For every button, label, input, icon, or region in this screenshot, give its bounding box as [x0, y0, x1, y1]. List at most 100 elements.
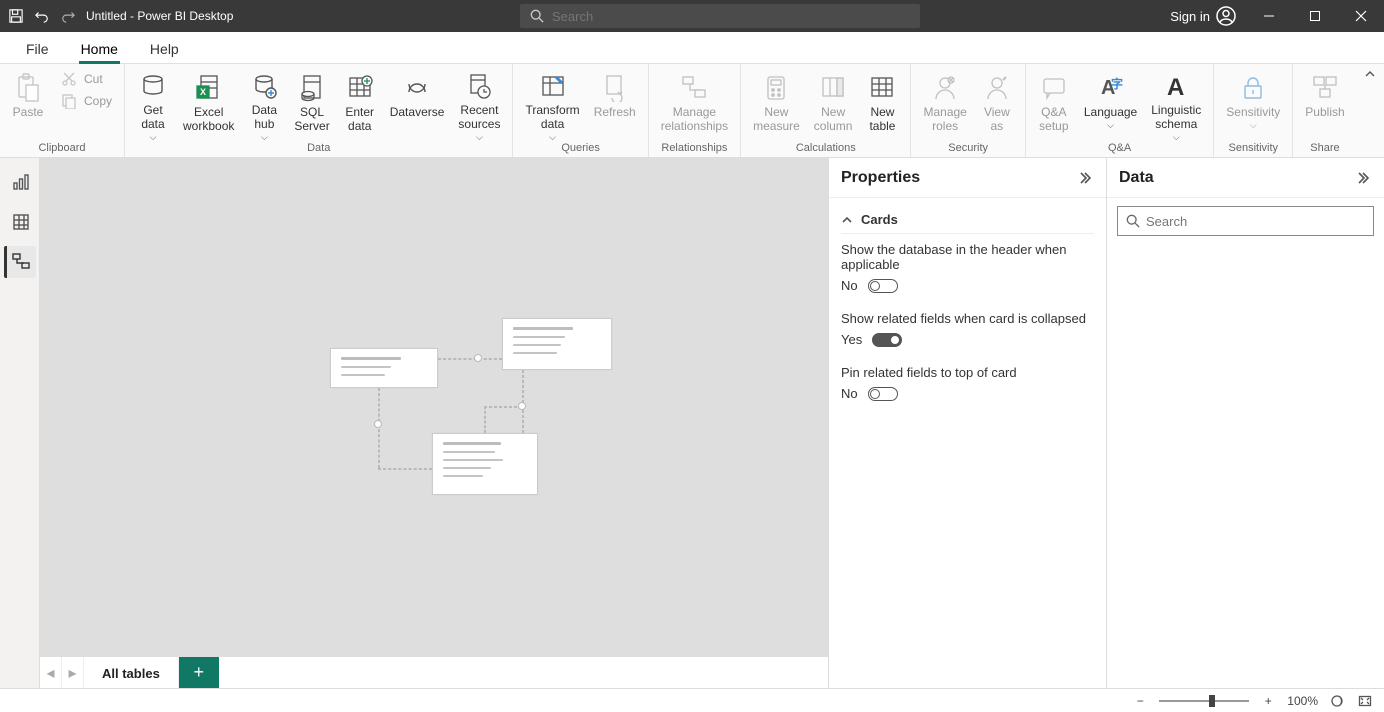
tab-scroll-left[interactable]: ◂ — [40, 657, 62, 688]
sql-button[interactable]: SQL Server — [288, 68, 335, 142]
collapse-ribbon-button[interactable] — [1360, 66, 1380, 82]
table-card[interactable] — [502, 318, 612, 370]
qasetup-button[interactable]: Q&A setup — [1032, 68, 1076, 142]
paste-icon — [12, 72, 44, 104]
new-table-button[interactable]: New table — [860, 68, 904, 142]
new-measure-button[interactable]: New measure — [747, 68, 806, 142]
qasetup-label: Q&A setup — [1039, 106, 1068, 134]
global-search[interactable] — [520, 4, 920, 28]
zoom-in-button[interactable]: + — [1259, 692, 1277, 710]
get-data-label: Get data — [141, 104, 164, 132]
zoom-out-button[interactable]: − — [1131, 692, 1149, 710]
global-search-input[interactable] — [552, 9, 910, 24]
dataverse-label: Dataverse — [390, 106, 445, 120]
group-data-label: Data — [307, 142, 330, 156]
relationship-line — [484, 406, 486, 433]
group-queries: Transform data⌵ Refresh Queries — [513, 64, 648, 157]
dataverse-button[interactable]: Dataverse — [384, 68, 451, 142]
relationship-node — [474, 354, 482, 362]
transform-button[interactable]: Transform data⌵ — [519, 68, 585, 142]
schema-icon: A — [1160, 72, 1192, 102]
language-label: Language — [1084, 106, 1137, 120]
tab-home[interactable]: Home — [67, 35, 132, 63]
group-sensitivity-label: Sensitivity — [1229, 142, 1279, 156]
close-button[interactable] — [1338, 0, 1384, 32]
new-column-button[interactable]: New column — [808, 68, 859, 142]
signin-button[interactable]: Sign in — [1160, 6, 1246, 26]
group-share: Publish Share — [1293, 64, 1356, 157]
svg-text:字: 字 — [1111, 76, 1123, 91]
collapse-properties-button[interactable] — [1080, 171, 1094, 185]
get-data-button[interactable]: Get data⌵ — [131, 68, 175, 142]
redo-button[interactable] — [58, 6, 78, 26]
section-cards-header[interactable]: Cards — [841, 206, 1094, 234]
opt2-toggle[interactable] — [872, 333, 902, 347]
model-canvas[interactable] — [40, 158, 828, 656]
column-label: New column — [814, 106, 853, 134]
sensitivity-button[interactable]: Sensitivity⌵ — [1220, 68, 1286, 142]
zoom-level: 100% — [1287, 694, 1318, 708]
section-cards-label: Cards — [861, 212, 898, 227]
group-data: Get data⌵ XExcel workbook Data hub⌵ SQL … — [125, 64, 513, 157]
viewas-button[interactable]: View as — [975, 68, 1019, 142]
relationship-node — [374, 420, 382, 428]
manage-rel-label: Manage relationships — [661, 106, 728, 134]
svg-text:X: X — [200, 87, 206, 97]
page-tab-all-tables[interactable]: All tables — [84, 657, 179, 688]
fullscreen-button[interactable] — [1356, 692, 1374, 710]
sql-icon — [296, 72, 328, 104]
language-button[interactable]: A字Language⌵ — [1078, 68, 1143, 142]
chevron-down-icon: ⌵ — [150, 132, 157, 142]
undo-button[interactable] — [32, 6, 52, 26]
viewas-label: View as — [984, 106, 1010, 134]
data-view-button[interactable] — [4, 206, 36, 238]
get-data-icon — [137, 72, 169, 102]
publish-button[interactable]: Publish — [1299, 68, 1350, 142]
datahub-button[interactable]: Data hub⌵ — [242, 68, 286, 142]
table-card[interactable] — [432, 433, 538, 495]
group-qa-label: Q&A — [1108, 142, 1131, 156]
data-search-input[interactable] — [1146, 214, 1365, 229]
minimize-button[interactable] — [1246, 0, 1292, 32]
user-icon — [1216, 6, 1236, 26]
tab-help[interactable]: Help — [136, 35, 193, 63]
relationships-icon — [678, 72, 710, 104]
copy-button[interactable]: Copy — [52, 90, 118, 112]
chevron-down-icon: ⌵ — [476, 132, 483, 142]
report-view-button[interactable] — [4, 166, 36, 198]
cut-button[interactable]: Cut — [52, 68, 118, 90]
table-card[interactable] — [330, 348, 438, 388]
maximize-button[interactable] — [1292, 0, 1338, 32]
schema-button[interactable]: ALinguistic schema⌵ — [1145, 68, 1207, 142]
paste-label: Paste — [13, 106, 44, 120]
transform-icon — [537, 72, 569, 102]
data-search[interactable] — [1117, 206, 1374, 236]
data-panel-title: Data — [1119, 169, 1154, 187]
opt1-toggle[interactable] — [868, 279, 898, 293]
page-tabs: ◂ ▸ All tables + — [40, 656, 828, 688]
sensitivity-icon — [1237, 72, 1269, 104]
save-button[interactable] — [6, 6, 26, 26]
model-view-button[interactable] — [4, 246, 36, 278]
zoom-slider[interactable] — [1159, 700, 1249, 702]
group-qa: Q&A setup A字Language⌵ ALinguistic schema… — [1026, 64, 1214, 157]
datahub-icon — [248, 72, 280, 102]
collapse-data-button[interactable] — [1358, 171, 1372, 185]
chevron-down-icon: ⌵ — [1250, 120, 1257, 130]
fit-page-button[interactable] — [1328, 692, 1346, 710]
manage-rel-button[interactable]: Manage relationships — [655, 68, 734, 142]
recent-button[interactable]: Recent sources⌵ — [452, 68, 506, 142]
tab-scroll-right[interactable]: ▸ — [62, 657, 84, 688]
paste-button[interactable]: Paste — [6, 68, 50, 142]
roles-button[interactable]: Manage roles — [917, 68, 972, 142]
tab-file[interactable]: File — [12, 35, 63, 63]
add-page-button[interactable]: + — [179, 657, 219, 688]
language-icon: A字 — [1095, 72, 1127, 104]
excel-button[interactable]: XExcel workbook — [177, 68, 240, 142]
relationship-node — [518, 402, 526, 410]
opt2-value: Yes — [841, 332, 862, 347]
refresh-button[interactable]: Refresh — [588, 68, 642, 142]
plus-icon: + — [194, 662, 205, 683]
opt3-toggle[interactable] — [868, 387, 898, 401]
enterdata-button[interactable]: Enter data — [338, 68, 382, 142]
